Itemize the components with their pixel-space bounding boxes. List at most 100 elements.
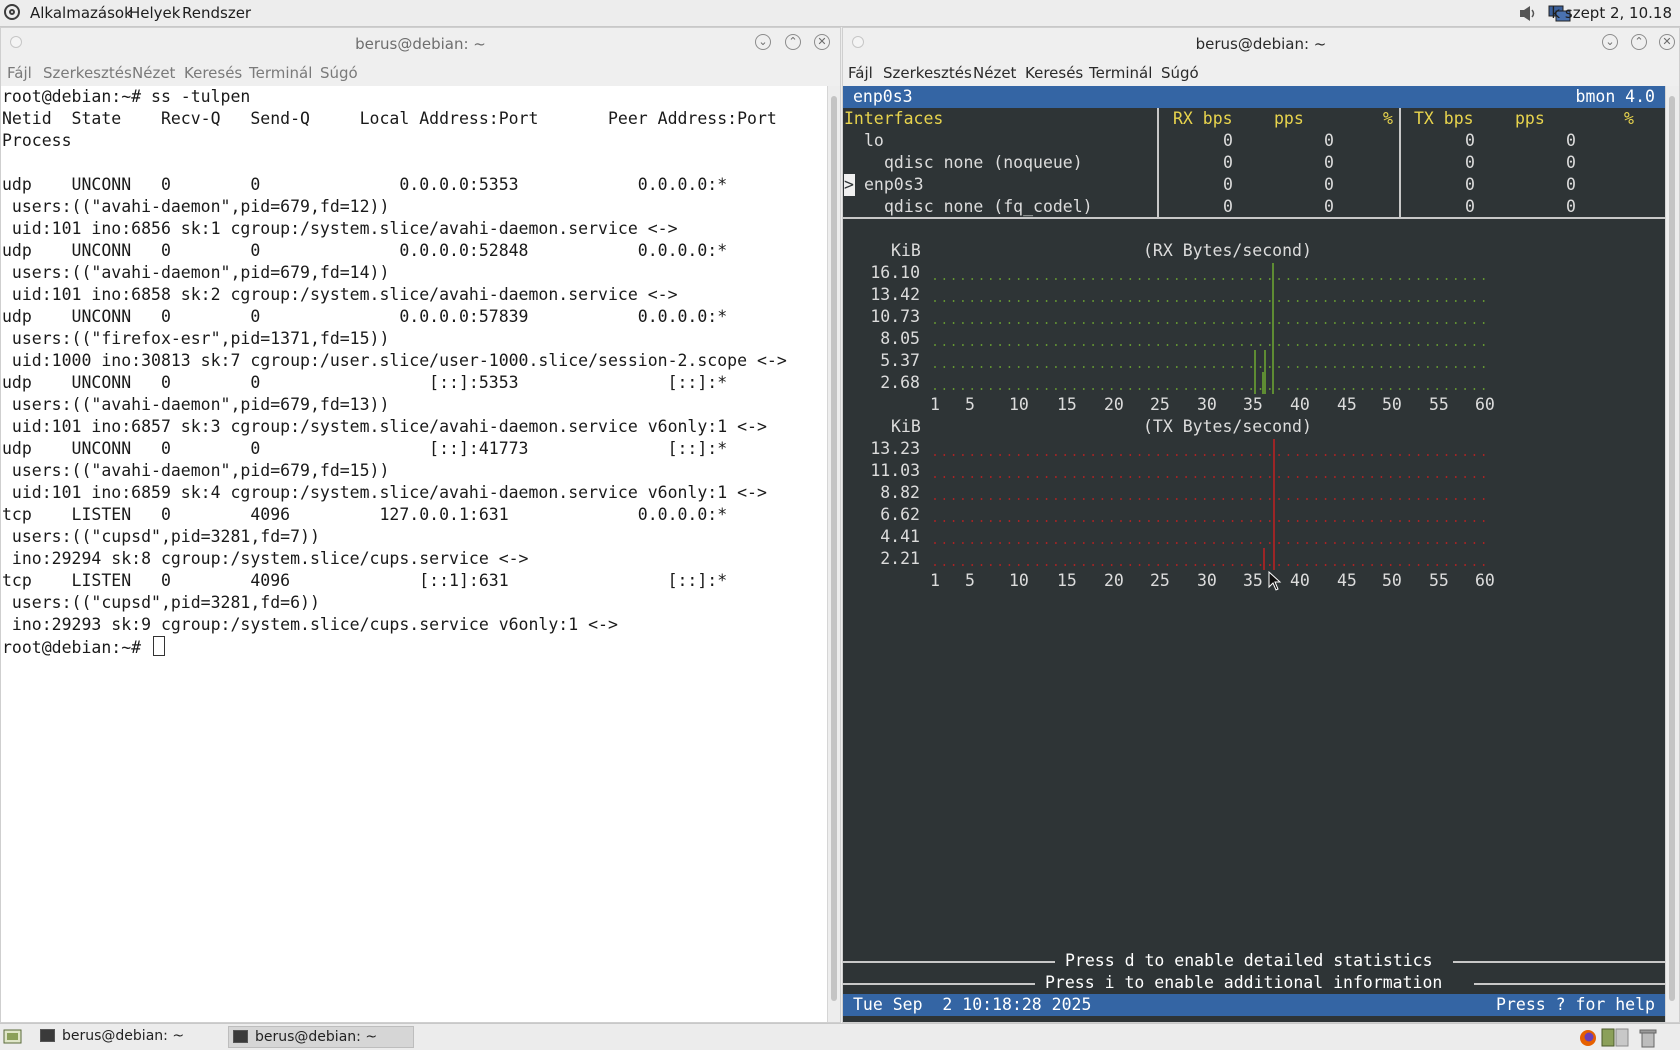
graph-grid-dot bbox=[1371, 366, 1373, 368]
terminal-prompt-line[interactable]: root@debian:~# bbox=[2, 636, 166, 658]
clock[interactable]: k szept 2, 10.18 bbox=[1551, 4, 1672, 22]
minimize-icon[interactable]: ⌄ bbox=[1602, 34, 1618, 50]
minimize-icon[interactable]: ⌄ bbox=[755, 34, 771, 50]
graph-grid-dot bbox=[1352, 388, 1355, 390]
graph-grid-dot bbox=[1138, 498, 1141, 500]
menu-help[interactable]: Súgó bbox=[320, 64, 358, 82]
graph-grid-dot bbox=[1203, 344, 1206, 346]
menubar: Fájl Szerkesztés Nézet Keresés Terminál … bbox=[843, 60, 1679, 86]
graph-grid-dot bbox=[1352, 300, 1355, 302]
top-panel: Alkalmazások Helyek Rendszer k szept 2, … bbox=[0, 0, 1680, 27]
show-desktop-icon[interactable] bbox=[3, 1028, 23, 1046]
graph-grid-dot bbox=[989, 344, 992, 346]
graph-grid-dot bbox=[1473, 300, 1476, 302]
graph-grid-dot bbox=[1148, 366, 1150, 368]
volume-icon[interactable] bbox=[1518, 5, 1540, 22]
graph-grid-dot bbox=[971, 564, 974, 566]
qdisc-name: qdisc none (fq_codel) bbox=[884, 197, 1093, 216]
graph-grid-dot bbox=[1027, 498, 1029, 500]
close-icon[interactable]: ✕ bbox=[1659, 34, 1675, 50]
scrollbar[interactable] bbox=[827, 86, 840, 1022]
menu-places[interactable]: Helyek bbox=[129, 4, 180, 22]
graph-grid-dot bbox=[1343, 300, 1346, 302]
taskbar-item-terminal-1[interactable]: berus@debian: ~ bbox=[36, 1026, 224, 1048]
graph-grid-dot bbox=[1408, 542, 1411, 544]
graph-grid-dot bbox=[1259, 322, 1262, 324]
scrollbar[interactable] bbox=[1665, 86, 1679, 1022]
graph-grid-dot bbox=[1185, 454, 1187, 456]
graph-grid-dot bbox=[1008, 454, 1011, 456]
bmon-screen[interactable]: enp0s3 bmon 4.0 Interfaces RX bps pps % … bbox=[843, 86, 1665, 1022]
graph-grid-dot bbox=[1185, 476, 1187, 478]
graph-grid-dot bbox=[1036, 366, 1039, 368]
graph-grid-dot bbox=[1082, 564, 1085, 566]
graph-grid-dot bbox=[1101, 322, 1104, 324]
graph-grid-dot bbox=[1343, 322, 1346, 324]
taskbar-item-terminal-2[interactable]: berus@debian: ~ bbox=[228, 1026, 414, 1048]
scrollbar-thumb[interactable] bbox=[1669, 96, 1675, 1001]
menu-applications[interactable]: Alkalmazások bbox=[30, 4, 133, 22]
titlebar[interactable]: berus@debian: ~ ⌄ ⌃ ✕ bbox=[843, 28, 1679, 60]
graph-grid-dot bbox=[1454, 322, 1457, 324]
graph-grid-dot bbox=[1334, 542, 1336, 544]
maximize-icon[interactable]: ⌃ bbox=[1631, 34, 1647, 50]
titlebar[interactable]: berus@debian: ~ ⌄ ⌃ ✕ bbox=[1, 28, 840, 60]
graph-grid-dot bbox=[1045, 344, 1048, 346]
menu-view[interactable]: Nézet bbox=[132, 64, 175, 82]
close-icon[interactable]: ✕ bbox=[814, 34, 830, 50]
graph-grid-dot bbox=[1185, 542, 1187, 544]
graph-grid-dot bbox=[1017, 344, 1020, 346]
firefox-icon[interactable] bbox=[1579, 1029, 1597, 1047]
menu-file[interactable]: Fájl bbox=[7, 64, 32, 82]
tx-graph-unit: KiB bbox=[891, 417, 921, 436]
tx-pps-value: 0 bbox=[1566, 131, 1576, 150]
menu-terminal[interactable]: Terminál bbox=[1089, 64, 1152, 82]
workspace-switcher-icon[interactable] bbox=[1601, 1028, 1629, 1048]
graph-grid-dot bbox=[1482, 366, 1485, 368]
graph-grid-dot bbox=[1064, 278, 1067, 280]
graph-grid-dot bbox=[1259, 520, 1262, 522]
graph-grid-dot bbox=[1241, 520, 1243, 522]
menu-system[interactable]: Rendszer bbox=[182, 4, 251, 22]
graph-grid-dot bbox=[1231, 498, 1234, 500]
x-axis-label: 5 bbox=[965, 395, 975, 414]
graph-grid-dot bbox=[1417, 322, 1420, 324]
graph-grid-dot bbox=[1324, 542, 1327, 544]
graph-grid-dot bbox=[1482, 564, 1485, 566]
menu-search[interactable]: Keresés bbox=[1025, 64, 1083, 82]
graph-grid-dot bbox=[1268, 564, 1271, 566]
menu-edit[interactable]: Szerkesztés bbox=[43, 64, 132, 82]
graph-grid-dot bbox=[1259, 542, 1262, 544]
terminal-output[interactable]: root@debian:~# ss -tulpen Netid State Re… bbox=[1, 86, 827, 1022]
graph-grid-dot bbox=[1352, 520, 1355, 522]
graph-grid-dot bbox=[999, 476, 1001, 478]
trash-icon[interactable] bbox=[1637, 1027, 1659, 1049]
maximize-icon[interactable]: ⌃ bbox=[785, 34, 801, 50]
menu-help[interactable]: Súgó bbox=[1161, 64, 1199, 82]
bmon-version: bmon 4.0 bbox=[1575, 87, 1655, 106]
graph-grid-dot bbox=[1278, 476, 1280, 478]
col-tx-pct: % bbox=[1624, 109, 1634, 128]
graph-grid-dot bbox=[1408, 564, 1411, 566]
graph-grid-dot bbox=[1427, 388, 1429, 390]
y-axis-label: 6.62 bbox=[880, 505, 920, 524]
graph-grid-dot bbox=[1250, 322, 1253, 324]
graph-grid-dot bbox=[1241, 322, 1243, 324]
menu-view[interactable]: Nézet bbox=[973, 64, 1016, 82]
debian-logo-icon[interactable] bbox=[4, 4, 20, 20]
graph-grid-dot bbox=[962, 278, 964, 280]
graph-grid-dot bbox=[1371, 454, 1373, 456]
menu-search[interactable]: Keresés bbox=[184, 64, 242, 82]
terminal-line: udp UNCONN 0 0 0.0.0.0:52848 0.0.0.0:* bbox=[2, 241, 728, 260]
graph-grid-dot bbox=[1268, 278, 1271, 280]
graph-grid-dot bbox=[1055, 542, 1057, 544]
menu-edit[interactable]: Szerkesztés bbox=[883, 64, 972, 82]
graph-grid-dot bbox=[1324, 344, 1327, 346]
menu-file[interactable]: Fájl bbox=[848, 64, 873, 82]
graph-grid-dot bbox=[1343, 520, 1346, 522]
scrollbar-thumb[interactable] bbox=[831, 96, 837, 1001]
graph-grid-dot bbox=[1194, 476, 1197, 478]
graph-grid-dot bbox=[1008, 498, 1011, 500]
menu-terminal[interactable]: Terminál bbox=[249, 64, 312, 82]
graph-grid-dot bbox=[1399, 498, 1401, 500]
